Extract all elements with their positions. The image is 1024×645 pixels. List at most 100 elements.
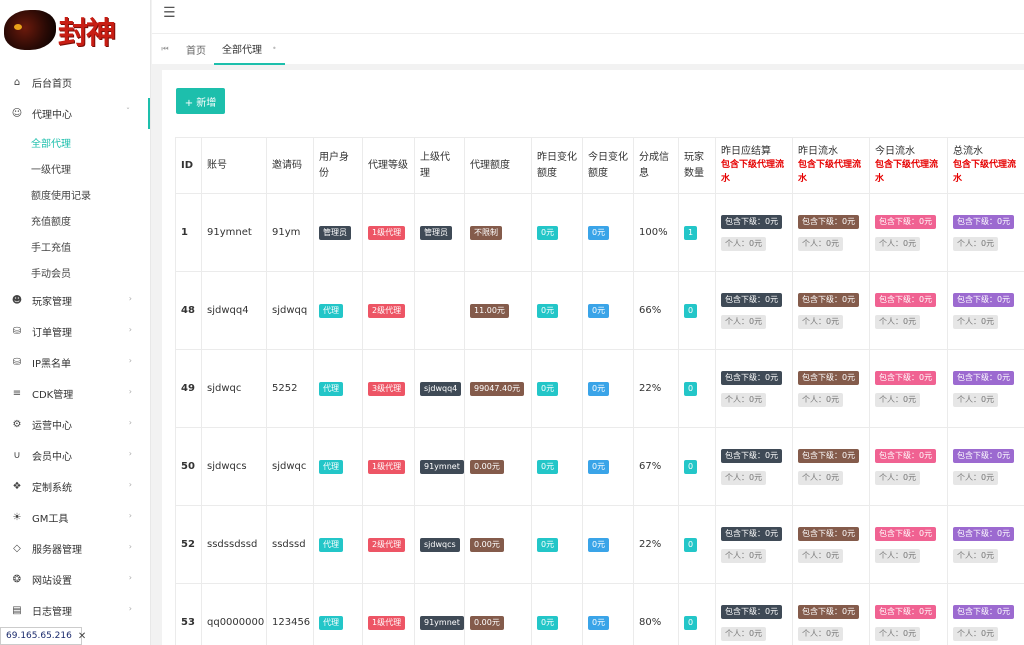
cell-share: 67%	[633, 427, 679, 506]
cell-invite-code: sjdwqc	[266, 427, 314, 506]
add-button[interactable]: + 新增	[176, 88, 225, 114]
yesterday-change-badge: 0元	[537, 381, 559, 396]
sidebar-item-cdk[interactable]: ≡ CDK管理 ›	[0, 378, 150, 409]
sidebar-item-label: 会员中心	[32, 452, 72, 463]
logo-text: 封神	[58, 16, 116, 51]
table-row: 1 91ymnet 91ym 管理员 1级代理 管理员 不限制 0元 0元 100% 1 包含下级：0…	[175, 193, 1024, 272]
col-total-flow: 总流水 包含下级代理流水	[947, 137, 1024, 194]
cell-players: 1	[678, 193, 716, 272]
sidebar-item-label: 网站设置	[32, 576, 72, 587]
cell-parent: 91ymnet	[414, 427, 465, 506]
flow-sub-badge: 包含下级：0元	[798, 370, 860, 385]
magnet-icon: ∪	[13, 450, 21, 461]
sidebar-item-custom-system[interactable]: ❖ 定制系统 ›	[0, 471, 150, 502]
sidebar-item-members[interactable]: ∪ 会员中心 ›	[0, 440, 150, 471]
players-badge: 0	[684, 615, 698, 630]
submenu-manual-member[interactable]: 手动会员	[0, 259, 150, 285]
cell-quota: 11.00元	[464, 271, 532, 350]
flow-self-badge: 个人：0元	[721, 392, 767, 407]
close-icon[interactable]: •	[272, 44, 277, 53]
flow-self-badge: 个人：0元	[798, 236, 844, 251]
sidebar-item-agent-center[interactable]: ☺ 代理中心 ˇ	[0, 98, 150, 129]
flow-sub-badge: 包含下级：0元	[875, 526, 937, 541]
flow-self-badge: 个人：0元	[798, 314, 844, 329]
logo[interactable]: 封神	[0, 0, 150, 60]
sidebar-item-operations[interactable]: ⚙ 运营中心 ›	[0, 409, 150, 440]
table-body: 1 91ymnet 91ym 管理员 1级代理 管理员 不限制 0元 0元 100% 1 包含下级：0…	[175, 193, 1024, 645]
yesterday-change-badge: 0元	[537, 225, 559, 240]
tab-label: 全部代理	[222, 44, 262, 56]
submenu-recharge-quota[interactable]: 充值额度	[0, 207, 150, 233]
hamburger-icon[interactable]: ☰	[163, 5, 176, 21]
home-icon: ⌂	[13, 77, 21, 88]
flow-sub-badge: 包含下级：0元	[875, 214, 937, 229]
col-title: 昨日应结算	[721, 145, 771, 157]
cell-tflow: 包含下级：0元 个人：0元	[869, 427, 948, 506]
submenu-quota-records[interactable]: 额度使用记录	[0, 181, 150, 207]
cell-invite-code: 5252	[266, 349, 314, 428]
col-note: 包含下级代理流水	[953, 160, 1017, 185]
cell-yflow: 包含下级：0元 个人：0元	[792, 583, 870, 645]
col-level: 代理等级	[362, 137, 415, 194]
cell-total: 包含下级：0元 个人：0元	[947, 427, 1024, 506]
yesterday-change-badge: 0元	[537, 615, 559, 630]
cell-invite-code: 123456	[266, 583, 314, 645]
tab-bar: ⏮ 首页 全部代理 •	[152, 33, 1024, 65]
players-badge: 0	[684, 303, 698, 318]
cell-parent: sjdwqq4	[414, 349, 465, 428]
cell-quota: 不限制	[464, 193, 532, 272]
table-row: 50 sjdwqcs sjdwqc 代理 1级代理 91ymnet 0.00元 0元 0元 67%…	[175, 427, 1024, 506]
cell-account: sjdwqq4	[201, 271, 267, 350]
sidebar-item-servers[interactable]: ◇ 服务器管理 ›	[0, 533, 150, 564]
col-yesterday-flow: 昨日流水 包含下级代理流水	[792, 137, 870, 194]
compass-icon: ❂	[12, 574, 22, 585]
cell-quota: 0.00元	[464, 583, 532, 645]
submenu-all-agents[interactable]: 全部代理	[0, 129, 150, 155]
cell-total: 包含下级：0元 个人：0元	[947, 193, 1024, 272]
flow-sub-badge: 包含下级：0元	[953, 214, 1015, 229]
sidebar-item-label: 玩家管理	[32, 297, 72, 308]
players-badge: 0	[684, 537, 698, 552]
cell-tflow: 包含下级：0元 个人：0元	[869, 271, 948, 350]
submenu-manual-recharge[interactable]: 手工充值	[0, 233, 150, 259]
tab-all-agents[interactable]: 全部代理 •	[214, 34, 285, 65]
parent-badge: 91ymnet	[420, 615, 464, 630]
chevron-right-icon: ›	[128, 542, 132, 551]
submenu-level1-agents[interactable]: 一级代理	[0, 155, 150, 181]
cell-players: 0	[678, 583, 716, 645]
bulb-icon: ☀	[12, 512, 22, 523]
cell-role: 代理	[313, 505, 363, 584]
cell-account: qq0000000	[201, 583, 267, 645]
flow-self-badge: 个人：0元	[875, 236, 921, 251]
cell-level: 2级代理	[362, 505, 415, 584]
cell-yesterday-change: 0元	[531, 427, 583, 506]
sidebar-item-orders[interactable]: ⛁ 订单管理 ›	[0, 316, 150, 347]
sidebar-item-gm-tools[interactable]: ☀ GM工具 ›	[0, 502, 150, 533]
tab-home[interactable]: 首页	[178, 34, 214, 65]
sidebar-item-players[interactable]: ☻ 玩家管理 ›	[0, 285, 150, 316]
cell-level: 2级代理	[362, 271, 415, 350]
sidebar-item-ip-blacklist[interactable]: ⛁ IP黑名单 ›	[0, 347, 150, 378]
flow-self-badge: 个人：0元	[798, 470, 844, 485]
flow-sub-badge: 包含下级：0元	[721, 370, 783, 385]
cell-role: 代理	[313, 271, 363, 350]
cell-share: 22%	[633, 505, 679, 584]
chevron-right-icon: ›	[128, 511, 132, 520]
cell-tflow: 包含下级：0元 个人：0元	[869, 349, 948, 428]
close-icon[interactable]: ✕	[78, 631, 86, 642]
sidebar-item-label: 运营中心	[32, 421, 72, 432]
chevron-right-icon: ›	[128, 573, 132, 582]
sidebar-item-logs[interactable]: ▤ 日志管理 ›	[0, 595, 150, 626]
cell-players: 0	[678, 349, 716, 428]
ip-status-bar: 69.165.65.216 ✕	[0, 627, 86, 645]
sidebar-item-site-settings[interactable]: ❂ 网站设置 ›	[0, 564, 150, 595]
cell-parent: 管理员	[414, 193, 465, 272]
table-header-row: ID 账号 邀请码 用户身份 代理等级 上级代理 代理额度 昨日变化额度 今日变…	[175, 137, 1024, 194]
tab-scroll-left-icon[interactable]: ⏮	[152, 44, 178, 54]
cell-share: 100%	[633, 193, 679, 272]
sidebar-item-home[interactable]: ⌂ 后台首页	[0, 67, 150, 98]
users-icon: ☺	[11, 108, 23, 119]
sidebar-item-label: 代理中心	[32, 110, 72, 121]
today-change-badge: 0元	[588, 459, 610, 474]
parent-badge: 91ymnet	[420, 459, 464, 474]
